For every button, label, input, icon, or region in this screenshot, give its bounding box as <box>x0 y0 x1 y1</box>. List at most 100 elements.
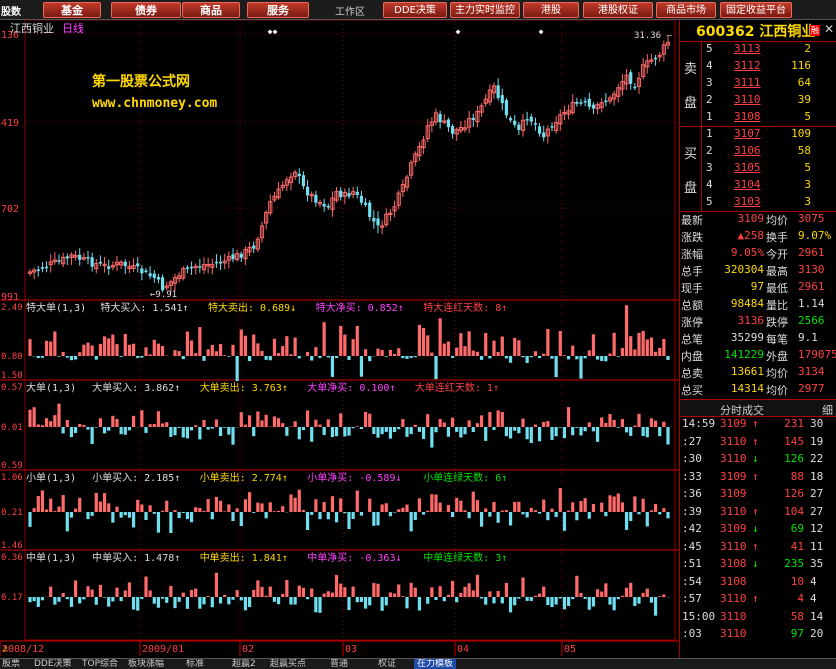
tick-direction: ↑ <box>752 417 759 430</box>
indicator-bar <box>368 597 372 606</box>
bid-level: 5 <box>706 195 713 208</box>
indicator-bar <box>44 340 49 356</box>
toolbar-dde-button[interactable]: DDE决策 <box>383 2 447 18</box>
indicator-bar <box>471 491 475 512</box>
tick-price: 3110 <box>720 539 747 553</box>
indicator-bar <box>198 427 202 440</box>
indicator-bar <box>384 356 388 357</box>
indicator-bar <box>347 597 351 610</box>
indicator-bar <box>239 329 243 356</box>
ticks-title[interactable]: 分时成交 <box>720 402 764 418</box>
y-axis-label: 702 <box>1 204 19 215</box>
indicator-bar <box>285 427 289 436</box>
bottom-tab[interactable]: TOP综合 <box>82 659 118 669</box>
indicator-bar <box>645 588 649 597</box>
tick-direction: ↓ <box>752 522 759 535</box>
bid-row[interactable]: 1 3107 109 <box>704 127 836 144</box>
indicator-bar <box>392 512 397 513</box>
kline-chart[interactable]: 136419702991江西铜业 日线第一股票公式网www.chnmoney.co… <box>0 19 679 658</box>
watermark-title: 第一股票公式网 <box>92 73 190 90</box>
indicator-scale-label: 1.50 <box>1 371 23 381</box>
tick-direction: ↑ <box>752 592 759 605</box>
ask-volume: 2 <box>804 42 811 55</box>
bottom-tab[interactable]: 在力模板 <box>414 659 457 669</box>
indicator-bar <box>629 427 633 436</box>
bid-level: 1 <box>706 127 713 140</box>
indicator-bar <box>231 427 235 445</box>
ask-row[interactable]: 1 3108 5 <box>704 110 836 127</box>
indicator-bar <box>318 424 322 427</box>
bid-book: 买 盘 1 3107 109 2 3106 58 3 3105 5 4 3104 3 5 3103 3 <box>680 127 836 212</box>
indicator-bar <box>550 597 554 608</box>
indicator-bar <box>264 512 268 519</box>
bottom-tab[interactable]: 超赢买点 <box>270 659 306 669</box>
bottom-tab[interactable]: 板块涨幅 <box>128 659 164 669</box>
indicator-bar <box>202 597 206 605</box>
tick-row: :36 3109 126 27 <box>680 487 836 505</box>
toolbar-service-button[interactable]: 服务 <box>247 2 309 18</box>
indicator-bar <box>637 413 641 427</box>
close-icon[interactable]: ✕ <box>824 22 834 36</box>
tick-count: 14 <box>810 609 824 623</box>
ticks-list[interactable]: 14:59 3109 ↑ 231 30:27 3110 ↑ 145 19:30 3110 ↓ 126 2… <box>680 417 836 645</box>
toolbar-commodity-market-button[interactable]: 商品市场 <box>656 2 716 18</box>
indicator-bar <box>604 422 608 427</box>
toolbar-workspace-label[interactable]: 工作区 <box>335 3 365 18</box>
toolbar-fixed-income-button[interactable]: 固定收益平台 <box>720 2 792 18</box>
ask-row[interactable]: 2 3110 39 <box>704 93 836 110</box>
ask-row[interactable]: 3 3111 64 <box>704 76 836 93</box>
indicator-bar <box>305 410 310 427</box>
candle-body <box>86 257 90 259</box>
indicator-bar <box>504 510 509 512</box>
toolbar-hk-button[interactable]: 港股 <box>523 2 579 18</box>
bid-row[interactable]: 2 3106 58 <box>704 144 836 161</box>
indicator-bar <box>397 509 401 512</box>
indicator-bar <box>57 403 61 427</box>
indicator-bar <box>339 413 343 427</box>
bottom-tab[interactable]: 标准 <box>186 659 204 669</box>
indicator-bar <box>256 411 260 427</box>
bottom-tab[interactable]: 超赢2 <box>232 659 256 669</box>
indicator-legend-item: 中单净买: -0.363↓ <box>307 551 401 564</box>
event-marker-icon: ◆ <box>273 27 278 36</box>
bid-row[interactable]: 3 3105 5 <box>704 161 836 178</box>
ask-row[interactable]: 4 3112 116 <box>704 59 836 76</box>
indicator-bar <box>397 584 401 597</box>
stat-row: 现手 97 最低 2961 <box>680 280 836 297</box>
indicator-bar <box>102 336 107 356</box>
ticks-detail-button[interactable]: 细 <box>822 402 833 418</box>
indicator-bar <box>160 346 165 356</box>
indicator-bar <box>189 340 194 356</box>
indicator-scale-label: 0.17 <box>1 593 23 603</box>
chart-area[interactable]: 136 419 702 991 江西铜业 日线 第一股票公式网 www.chnmoney.co… <box>0 19 679 658</box>
toolbar-commodity-button[interactable]: 商品 <box>182 2 240 18</box>
ask-row[interactable]: 5 3113 2 <box>704 42 836 59</box>
indicator-bar <box>123 427 127 435</box>
x-axis-label: 2009/01 <box>142 644 184 655</box>
tick-time: :30 <box>682 452 702 465</box>
bottom-tab[interactable]: DDE决策 <box>34 659 72 669</box>
indicator-bar <box>558 330 562 356</box>
bottom-tab[interactable]: 普通 <box>330 659 348 669</box>
toolbar-monitor-button[interactable]: 主力实时监控 <box>450 2 520 18</box>
toolbar-bond-button[interactable]: 债券 <box>111 2 181 18</box>
bid-row[interactable]: 5 3103 3 <box>704 195 836 212</box>
bottom-tab[interactable]: 股票 <box>2 659 20 669</box>
toolbar-left-fragment[interactable]: 股数 <box>1 3 21 18</box>
indicator-bar <box>467 583 471 597</box>
indicator-bar <box>131 343 136 356</box>
indicator-bar <box>202 510 206 512</box>
indicator-bar <box>227 597 231 605</box>
indicator-bar <box>624 512 629 530</box>
tick-count: 35 <box>810 557 824 570</box>
indicator-bar <box>343 427 347 437</box>
stat-value: 98484 <box>730 297 764 310</box>
indicator-bar <box>169 427 173 437</box>
stat-label: 换手 <box>766 231 788 244</box>
bottom-tab[interactable]: 权证 <box>378 659 396 669</box>
indicator-bar <box>471 427 475 433</box>
toolbar-fund-button[interactable]: 基金 <box>43 2 101 18</box>
indicator-bar <box>426 414 430 427</box>
toolbar-hk-warrant-button[interactable]: 港股权证 <box>583 2 653 18</box>
bid-row[interactable]: 4 3104 3 <box>704 178 836 195</box>
